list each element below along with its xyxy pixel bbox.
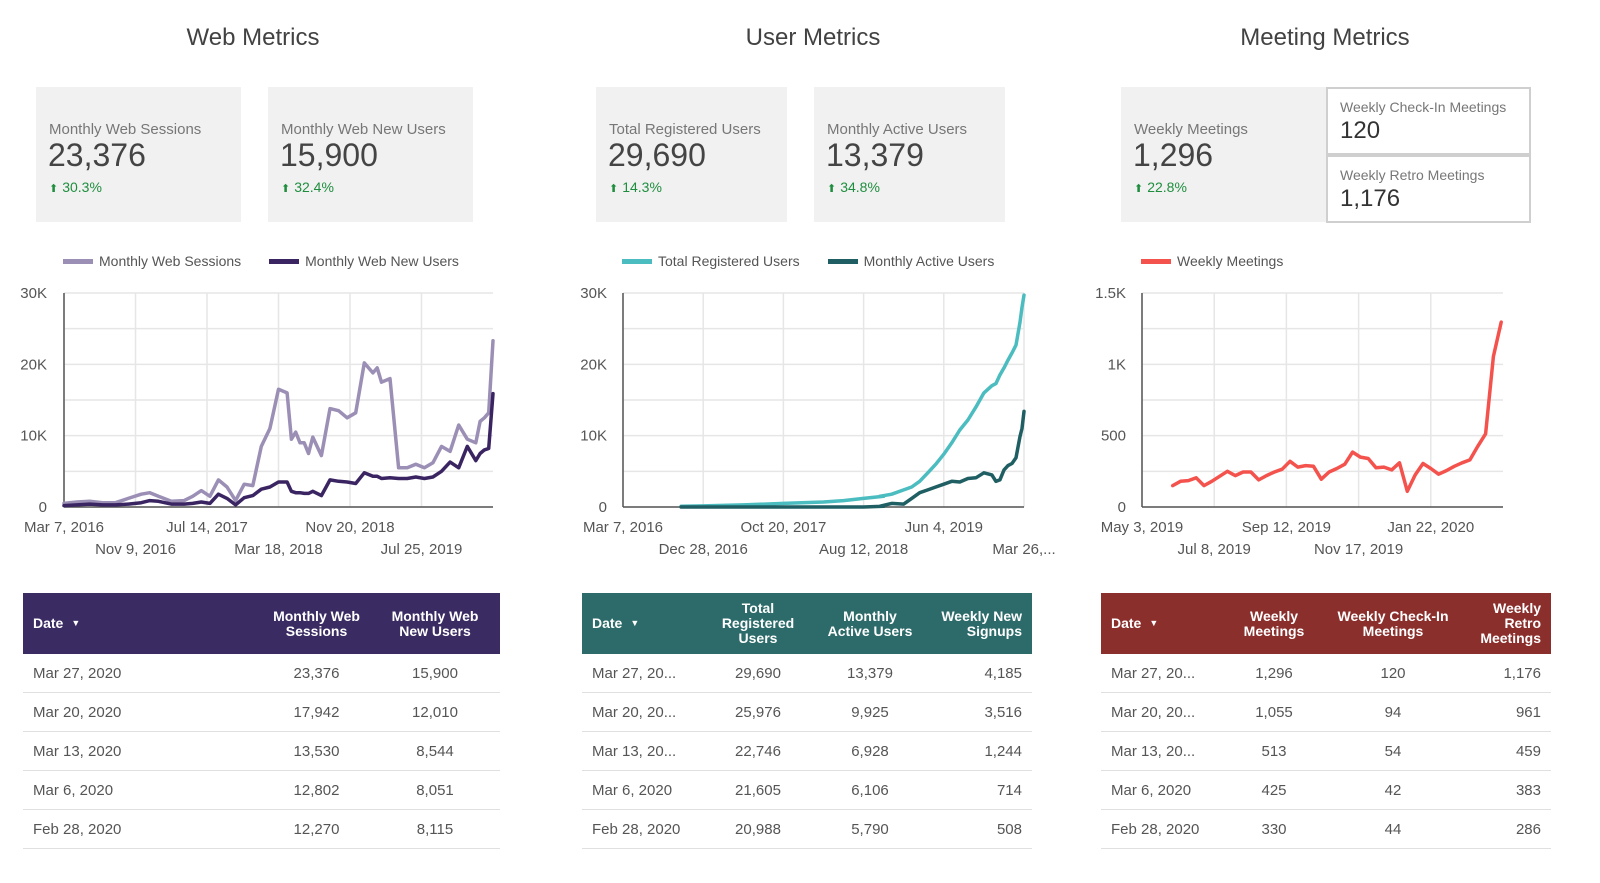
y-tick-label: 1K: [1108, 356, 1126, 373]
x-tick-label: May 3, 2019: [1101, 519, 1184, 536]
table-row[interactable]: Mar 6, 2020 12,802 8,051: [23, 770, 500, 810]
date-cell: Mar 27, 2020: [23, 654, 263, 693]
table-row[interactable]: Feb 28, 2020 330 44 286: [1101, 809, 1551, 849]
value-cell: 425: [1221, 770, 1327, 810]
value-cell: 22,746: [702, 731, 814, 771]
table-row[interactable]: Mar 20, 2020 17,942 12,010: [23, 692, 500, 732]
value-cell: 25,976: [702, 692, 814, 732]
value-cell: 6,928: [814, 731, 926, 771]
table-row[interactable]: Mar 13, 2020 13,530 8,544: [23, 731, 500, 771]
date-cell: Mar 20, 20...: [1101, 692, 1221, 732]
table-row[interactable]: Mar 13, 20... 22,746 6,928 1,244: [582, 731, 1032, 771]
value-cell: 29,690: [702, 654, 814, 693]
date-cell: Mar 6, 2020: [582, 770, 702, 810]
value-cell: 330: [1221, 809, 1327, 849]
value-cell: 17,942: [263, 692, 370, 732]
value-cell: 94: [1327, 692, 1459, 732]
x-tick-label: Jan 22, 2020: [1387, 519, 1474, 536]
table-row[interactable]: Mar 20, 20... 1,055 94 961: [1101, 692, 1551, 732]
x-tick-label: Nov 17, 2019: [1314, 541, 1403, 558]
value-cell: 42: [1327, 770, 1459, 810]
column-header[interactable]: Weekly New Signups: [926, 593, 1032, 654]
table-row[interactable]: Mar 20, 20... 25,976 9,925 3,516: [582, 692, 1032, 732]
value-cell: 4,185: [926, 654, 1032, 693]
value-cell: 6,106: [814, 770, 926, 810]
date-cell: Feb 28, 2020: [582, 809, 702, 849]
value-cell: 286: [1459, 809, 1551, 849]
column-header[interactable]: Weekly Retro Meetings: [1459, 593, 1551, 654]
value-cell: 459: [1459, 731, 1551, 771]
date-cell: Mar 13, 20...: [582, 731, 702, 771]
column-header[interactable]: Monthly Web Sessions: [263, 593, 370, 654]
value-cell: 8,051: [370, 770, 500, 810]
y-tick-label: 0: [1118, 499, 1126, 516]
value-cell: 961: [1459, 692, 1551, 732]
y-tick-label: 500: [1101, 428, 1126, 445]
value-cell: 13,379: [814, 654, 926, 693]
value-cell: 508: [926, 809, 1032, 849]
column-header[interactable]: Monthly Web New Users: [370, 593, 500, 654]
value-cell: 383: [1459, 770, 1551, 810]
sort-desc-icon[interactable]: ▼: [71, 618, 80, 628]
table-row[interactable]: Mar 13, 20... 513 54 459: [1101, 731, 1551, 771]
table-row[interactable]: Mar 27, 20... 29,690 13,379 4,185: [582, 654, 1032, 693]
user-metrics-table: Date ▼ Total Registered Users Monthly Act…: [582, 593, 1032, 849]
x-tick-label: Jul 8, 2019: [1178, 541, 1251, 558]
value-cell: 12,010: [370, 692, 500, 732]
date-cell: Mar 20, 20...: [582, 692, 702, 732]
table-row[interactable]: Mar 27, 2020 23,376 15,900: [23, 654, 500, 693]
x-tick-label: Sep 12, 2019: [1242, 519, 1331, 536]
table-row[interactable]: Feb 28, 2020 20,988 5,790 508: [582, 809, 1032, 849]
value-cell: 12,270: [263, 809, 370, 849]
series-line-weekly-meetings[interactable]: [1170, 320, 1503, 494]
table-row[interactable]: Mar 6, 2020 21,605 6,106 714: [582, 770, 1032, 810]
date-cell: Mar 6, 2020: [23, 770, 263, 810]
table-row[interactable]: Mar 27, 20... 1,296 120 1,176: [1101, 654, 1551, 693]
column-header[interactable]: Total Registered Users: [702, 593, 814, 654]
value-cell: 8,544: [370, 731, 500, 771]
column-header-date[interactable]: Date ▼: [1101, 593, 1221, 654]
value-cell: 9,925: [814, 692, 926, 732]
value-cell: 44: [1327, 809, 1459, 849]
date-cell: Mar 13, 20...: [1101, 731, 1221, 771]
value-cell: 8,115: [370, 809, 500, 849]
value-cell: 20,988: [702, 809, 814, 849]
date-cell: Mar 20, 2020: [23, 692, 263, 732]
value-cell: 3,516: [926, 692, 1032, 732]
date-cell: Mar 27, 20...: [582, 654, 702, 693]
meeting-metrics-table: Date ▼ Weekly Meetings Weekly Check-In Me…: [1101, 593, 1551, 849]
value-cell: 1,244: [926, 731, 1032, 771]
value-cell: 54: [1327, 731, 1459, 771]
column-header[interactable]: Weekly Check-In Meetings: [1327, 593, 1459, 654]
column-header[interactable]: Weekly Meetings: [1221, 593, 1327, 654]
value-cell: 5,790: [814, 809, 926, 849]
web-metrics-table: Date ▼ Monthly Web Sessions Monthly Web N…: [23, 593, 500, 849]
value-cell: 1,055: [1221, 692, 1327, 732]
value-cell: 1,176: [1459, 654, 1551, 693]
value-cell: 13,530: [263, 731, 370, 771]
date-cell: Mar 27, 20...: [1101, 654, 1221, 693]
value-cell: 15,900: [370, 654, 500, 693]
sort-desc-icon[interactable]: ▼: [630, 618, 639, 628]
date-cell: Feb 28, 2020: [23, 809, 263, 849]
value-cell: 714: [926, 770, 1032, 810]
value-cell: 1,296: [1221, 654, 1327, 693]
table-row[interactable]: Feb 28, 2020 12,270 8,115: [23, 809, 500, 849]
date-cell: Mar 13, 2020: [23, 731, 263, 771]
column-header-date[interactable]: Date ▼: [23, 593, 263, 654]
table-row[interactable]: Mar 6, 2020 425 42 383: [1101, 770, 1551, 810]
value-cell: 21,605: [702, 770, 814, 810]
date-cell: Feb 28, 2020: [1101, 809, 1221, 849]
column-header[interactable]: Monthly Active Users: [814, 593, 926, 654]
value-cell: 12,802: [263, 770, 370, 810]
value-cell: 23,376: [263, 654, 370, 693]
column-header-date[interactable]: Date ▼: [582, 593, 702, 654]
value-cell: 513: [1221, 731, 1327, 771]
y-tick-label: 1.5K: [1095, 285, 1126, 302]
value-cell: 120: [1327, 654, 1459, 693]
sort-desc-icon[interactable]: ▼: [1149, 618, 1158, 628]
date-cell: Mar 6, 2020: [1101, 770, 1221, 810]
